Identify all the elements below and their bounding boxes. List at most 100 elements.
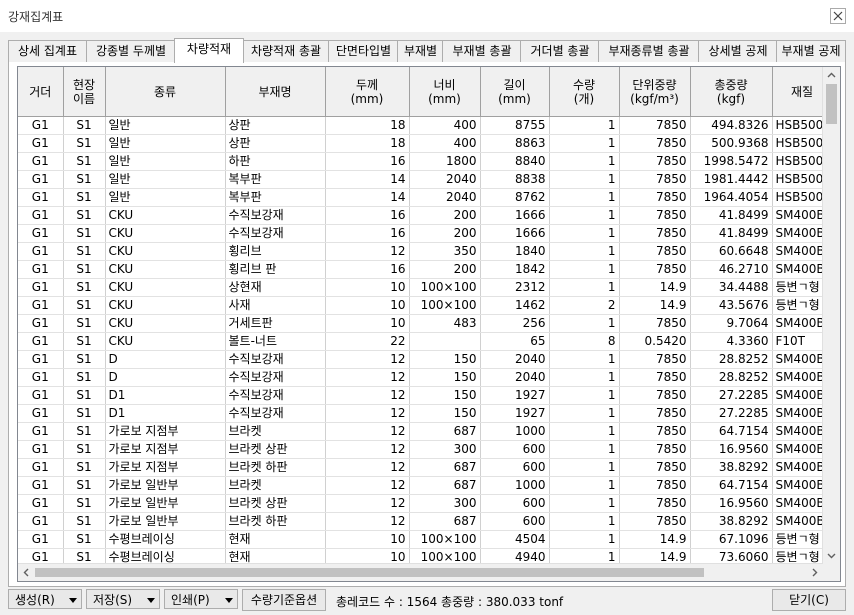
column-header[interactable]: 길이 (mm) [480,67,550,117]
table-row[interactable]: G1 S1 가로보 일반부 브라켓 상판 12 300 600 1 7850 16.9560 SM4… [18,494,833,513]
table-cell: 7850 [619,404,691,423]
tab-steel-thickness[interactable]: 강종별 두께별 [86,40,176,62]
table-row[interactable]: G1 S1 D1 수직보강재 12 150 1927 1 7850 27.2285 SM400B [18,386,833,405]
table-row[interactable]: G1 S1 CKU 수직보강재 16 200 1666 1 7850 41.8499 SM400B [18,224,833,243]
close-icon [833,11,843,21]
table-cell: S1 [63,296,106,315]
tab-vehicle-loading[interactable]: 차량적재 [174,38,244,63]
table-row[interactable]: G1 S1 CKU 볼트-너트 22 65 8 0.5420 4.3360 F10T [18,332,833,351]
table-row[interactable]: G1 S1 D1 수직보강재 12 150 1927 1 7850 27.2285 SM400B [18,404,833,423]
table-cell: G1 [18,134,64,153]
scroll-right-icon[interactable] [806,564,823,581]
column-header[interactable]: 총중량 (kgf) [690,67,773,117]
table-cell: 1 [549,476,620,495]
tab-member-type-total[interactable]: 부재종류별 총괄 [598,40,700,62]
tab-member-deduction[interactable]: 부재별 공제 [776,40,846,62]
table-row[interactable]: G1 S1 CKU 사재 10 100×100 1462 2 14.9 43.5676 등변ㄱ형 [18,296,833,315]
column-header[interactable]: 부재명 [225,67,326,117]
scroll-left-icon[interactable] [18,564,35,581]
data-grid[interactable]: 거더 현장 이름 종류 부재명 두께 (mm) 너비 (mm) 길이 (mm) … [17,66,841,582]
table-cell: 볼트-너트 [225,332,326,351]
vertical-scroll-thumb[interactable] [826,84,837,124]
table-cell: D [105,368,226,387]
table-cell: 687 [409,476,481,495]
column-header[interactable]: 종류 [105,67,226,117]
table-row[interactable]: G1 S1 가로보 일반부 브라켓 12 687 1000 1 7850 64.7154 SM400… [18,476,833,495]
table-row[interactable]: G1 S1 CKU 거세트판 10 483 256 1 7850 9.7064 SM400B [18,314,833,333]
tab-member-total[interactable]: 부재별 총괄 [442,40,522,62]
column-header[interactable]: 두께 (mm) [325,67,410,117]
table-row[interactable]: G1 S1 가로보 지점부 브라켓 12 687 1000 1 7850 64.7154 SM400… [18,422,833,441]
table-row[interactable]: G1 S1 CKU 횡리브 12 350 1840 1 7850 60.6648 SM400B [18,242,833,261]
table-cell: 600 [480,512,550,531]
horizontal-scroll-thumb[interactable] [35,568,704,577]
table-row[interactable]: G1 S1 CKU 수직보강재 16 200 1666 1 7850 41.8499 SM400B [18,206,833,225]
tab-girder-total[interactable]: 거더별 총괄 [520,40,600,62]
table-cell: S1 [63,458,106,477]
horizontal-scrollbar[interactable] [18,563,823,581]
table-cell: 횡리브 판 [225,260,326,279]
table-cell: CKU [105,278,226,297]
table-cell: 687 [409,512,481,531]
table-cell: 4504 [480,530,550,549]
table-cell: 복부판 [225,170,326,189]
column-header[interactable]: 현장 이름 [63,67,106,117]
table-cell: 150 [409,386,481,405]
table-row[interactable]: G1 S1 CKU 횡리브 판 16 200 1842 1 7850 46.2710 SM400B [18,260,833,279]
table-cell: 가로보 지점부 [105,458,226,477]
close-button[interactable]: 닫기(C) [772,589,846,611]
scroll-up-icon[interactable] [823,67,840,84]
table-cell: 거세트판 [225,314,326,333]
save-label: 저장(S) [93,593,133,607]
table-cell: D [105,350,226,369]
table-cell: 횡리브 [225,242,326,261]
column-header[interactable]: 너비 (mm) [409,67,481,117]
tab-detail-summary[interactable]: 상세 집계표 [8,40,87,62]
table-cell: 7850 [619,188,691,207]
generate-button[interactable]: 생성(R) [8,589,82,609]
table-cell: 1 [549,386,620,405]
table-row[interactable]: G1 S1 가로보 지점부 브라켓 하판 12 687 600 1 7850 38.8292 SM4… [18,458,833,477]
table-row[interactable]: G1 S1 D 수직보강재 12 150 2040 1 7850 28.8252 SM400B [18,350,833,369]
scroll-down-icon[interactable] [823,547,840,564]
table-row[interactable]: G1 S1 일반 상판 18 400 8863 1 7850 500.9368 HSB500 [18,134,833,153]
quantity-option-button[interactable]: 수량기준옵션 [242,589,326,611]
column-header[interactable]: 수량 (개) [549,67,620,117]
tab-section-type[interactable]: 단면타입별 [328,40,399,62]
tab-detail-deduction[interactable]: 상세별 공제 [698,40,778,62]
table-cell: 16.9560 [690,440,773,459]
table-cell: S1 [63,170,106,189]
table-row[interactable]: G1 S1 수평브레이싱 현재 10 100×100 4504 1 14.9 67.1096 등변ㄱ… [18,530,833,549]
table-cell: 64.7154 [690,476,773,495]
table-cell: G1 [18,278,64,297]
table-cell: S1 [63,152,106,171]
table-row[interactable]: G1 S1 CKU 상현재 10 100×100 2312 1 14.9 34.4488 등변ㄱ형 [18,278,833,297]
table-cell: 38.8292 [690,512,773,531]
table-cell: G1 [18,314,64,333]
table-cell: 14 [325,188,410,207]
table-row[interactable]: G1 S1 일반 복부판 14 2040 8838 1 7850 1981.4442 HSB500 [18,170,833,189]
table-cell: 1964.4054 [690,188,773,207]
table-cell: 1 [549,350,620,369]
save-button[interactable]: 저장(S) [86,589,160,609]
table-row[interactable]: G1 S1 가로보 일반부 브라켓 하판 12 687 600 1 7850 38.8292 SM4… [18,512,833,531]
table-cell: 7850 [619,368,691,387]
close-window-button[interactable] [830,8,846,24]
table-row[interactable]: G1 S1 가로보 지점부 브라켓 상판 12 300 600 1 7850 16.9560 SM4… [18,440,833,459]
table-cell: 34.4488 [690,278,773,297]
tab-panel: 거더 현장 이름 종류 부재명 두께 (mm) 너비 (mm) 길이 (mm) … [8,62,846,587]
vertical-scrollbar[interactable] [822,67,840,564]
print-button[interactable]: 인쇄(P) [164,589,238,609]
tab-by-member[interactable]: 부재별 [397,40,444,62]
column-header[interactable]: 단위중량 (kgf/m³) [619,67,691,117]
column-header[interactable]: 거더 [18,67,64,117]
table-row[interactable]: G1 S1 일반 복부판 14 2040 8762 1 7850 1964.4054 HSB500 [18,188,833,207]
table-row[interactable]: G1 S1 일반 상판 18 400 8755 1 7850 494.8326 HSB500 [18,116,833,135]
table-cell: 100×100 [409,296,481,315]
bottom-toolbar: 생성(R) 저장(S) 인쇄(P) 수량기준옵션 총레코드 수 : 1564 총… [0,586,854,615]
table-cell: 494.8326 [690,116,773,135]
table-row[interactable]: G1 S1 일반 하판 16 1800 8840 1 7850 1998.5472 HSB500 [18,152,833,171]
table-cell: 18 [325,134,410,153]
table-row[interactable]: G1 S1 D 수직보강재 12 150 2040 1 7850 28.8252 SM400B [18,368,833,387]
tab-vehicle-loading-total[interactable]: 차량적재 총괄 [242,40,330,62]
